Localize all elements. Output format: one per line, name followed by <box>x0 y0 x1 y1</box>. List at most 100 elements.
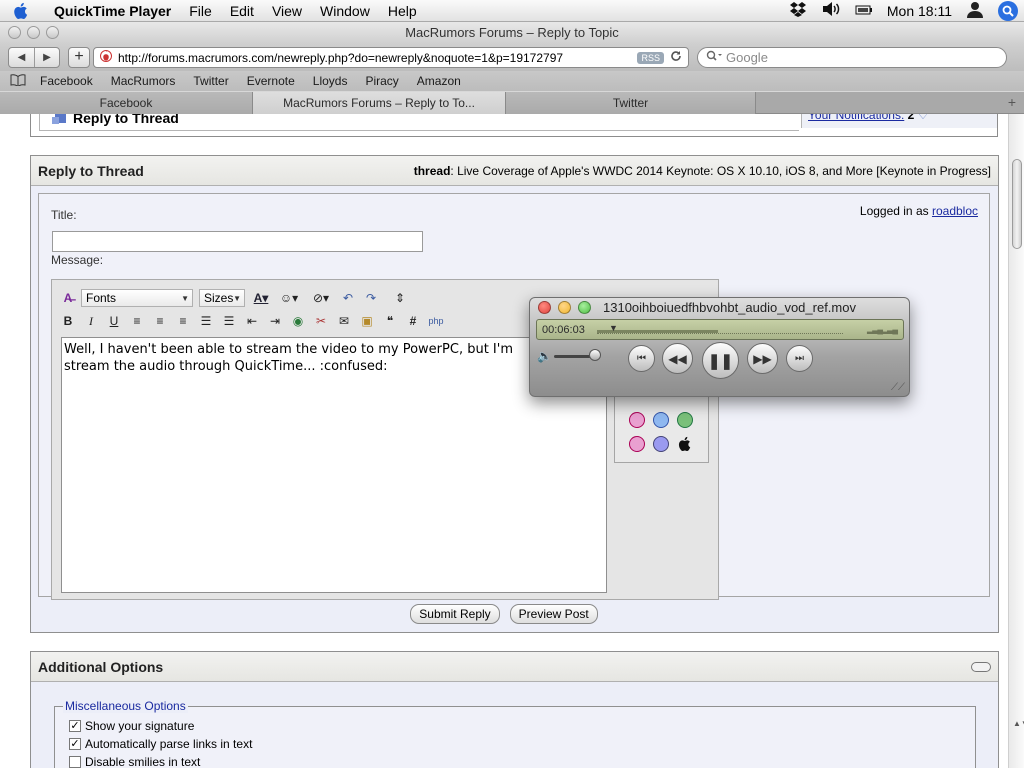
scroll-arrows-icon[interactable]: ▲▼ <box>1013 719 1024 728</box>
checkbox-show-signature[interactable]: ✓ <box>69 720 81 732</box>
remove-link-icon[interactable]: ✂ <box>311 311 331 331</box>
logged-in-info: Logged in as roadbloc <box>860 204 978 218</box>
smiley-happy-icon[interactable] <box>629 436 645 452</box>
url-text[interactable]: http://forums.macrumors.com/newreply.php… <box>118 51 637 65</box>
bookmark-twitter[interactable]: Twitter <box>193 74 228 88</box>
smiley-smile-icon[interactable] <box>653 412 669 428</box>
option-parse-links[interactable]: ✓ Automatically parse links in text <box>69 737 252 751</box>
qt-skip-forward-button[interactable]: ⏭ <box>786 345 813 372</box>
bookmark-facebook[interactable]: Facebook <box>40 74 93 88</box>
code-icon[interactable]: # <box>403 311 423 331</box>
message-textarea[interactable]: Well, I haven't been able to stream the … <box>61 337 607 593</box>
rss-button[interactable]: RSS <box>637 51 664 64</box>
align-center-icon[interactable]: ≡ <box>150 311 170 331</box>
menu-help[interactable]: Help <box>379 0 426 22</box>
checkbox-disable-smilies[interactable] <box>69 756 81 768</box>
forward-button[interactable]: ▶ <box>34 48 59 67</box>
qt-volume-icon: 🔈 <box>537 349 552 363</box>
qt-playhead-icon[interactable]: ▼ <box>609 323 618 333</box>
window-zoom-button[interactable] <box>46 26 59 39</box>
menu-clock[interactable]: Mon 18:11 <box>887 3 952 19</box>
font-select[interactable]: Fonts ▼ <box>81 289 193 307</box>
search-field[interactable]: Google <box>697 47 1007 68</box>
remove-format-icon[interactable]: A̶ <box>58 288 78 308</box>
option-show-signature[interactable]: ✓ Show your signature <box>69 719 194 733</box>
tab-twitter[interactable]: Twitter <box>506 92 756 114</box>
tab-facebook[interactable]: Facebook <box>0 92 253 114</box>
preview-post-button[interactable]: Preview Post <box>509 604 598 624</box>
qt-pause-button[interactable]: ❚❚ <box>702 342 739 379</box>
menu-app-name[interactable]: QuickTime Player <box>40 0 180 22</box>
menu-window[interactable]: Window <box>311 0 379 22</box>
tab-macrumors-reply[interactable]: MacRumors Forums – Reply to To... <box>253 92 506 114</box>
qt-volume-slider[interactable] <box>554 355 594 358</box>
add-bookmark-button[interactable]: + <box>68 47 90 68</box>
smiley-grin-icon[interactable] <box>677 412 693 428</box>
option-disable-smilies[interactable]: Disable smilies in text <box>69 755 200 768</box>
bold-icon[interactable]: B <box>58 311 78 331</box>
size-select[interactable]: Sizes ▼ <box>199 289 245 307</box>
bookmark-lloyds[interactable]: Lloyds <box>313 74 348 88</box>
insert-link-icon[interactable]: ◉ <box>288 311 308 331</box>
qt-close-button[interactable] <box>538 301 551 314</box>
menu-file[interactable]: File <box>180 0 221 22</box>
insert-image-icon[interactable]: ▣ <box>357 311 377 331</box>
dropbox-icon[interactable] <box>789 1 807 20</box>
spotlight-icon[interactable] <box>998 0 1018 21</box>
window-minimize-button[interactable] <box>27 26 40 39</box>
resize-editor-icon[interactable]: ⇕ <box>390 288 410 308</box>
submit-reply-button[interactable]: Submit Reply <box>410 604 500 624</box>
menu-view[interactable]: View <box>263 0 311 22</box>
qt-fast-forward-button[interactable]: ▶▶ <box>747 343 778 374</box>
title-input[interactable] <box>52 231 423 252</box>
php-code-icon[interactable]: php <box>426 311 446 331</box>
quote-icon[interactable]: ❝ <box>380 311 400 331</box>
outdent-icon[interactable]: ⇤ <box>242 311 262 331</box>
scrollbar-thumb[interactable] <box>1012 159 1022 249</box>
indent-icon[interactable]: ⇥ <box>265 311 285 331</box>
back-button[interactable]: ◀ <box>9 48 34 67</box>
reply-thread-icon <box>51 114 67 128</box>
qt-rewind-button[interactable]: ◀◀ <box>662 343 693 374</box>
menu-edit[interactable]: Edit <box>221 0 263 22</box>
underline-icon[interactable]: U <box>104 311 124 331</box>
notifications-link[interactable]: Your Notifications: <box>808 114 904 122</box>
qt-minimize-button[interactable] <box>558 301 571 314</box>
bookmark-amazon[interactable]: Amazon <box>417 74 461 88</box>
bookmarks-book-icon[interactable] <box>10 73 26 89</box>
apple-menu-icon[interactable] <box>0 2 40 20</box>
battery-icon[interactable] <box>855 3 873 19</box>
address-bar[interactable]: http://forums.macrumors.com/newreply.php… <box>93 47 689 68</box>
smiley-icon[interactable]: ☺▾ <box>274 288 304 308</box>
insert-email-icon[interactable]: ✉ <box>334 311 354 331</box>
smiley-sad-icon[interactable] <box>653 436 669 452</box>
window-close-button[interactable] <box>8 26 21 39</box>
unordered-list-icon[interactable]: ☰ <box>219 311 239 331</box>
redo-icon[interactable]: ↷ <box>361 288 381 308</box>
smiley-blush-icon[interactable] <box>629 412 645 428</box>
undo-icon[interactable]: ↶ <box>338 288 358 308</box>
user-icon[interactable] <box>966 0 984 21</box>
username-link[interactable]: roadbloc <box>932 204 978 218</box>
qt-skip-back-button[interactable]: ⏮ <box>628 345 655 372</box>
bookmark-macrumors[interactable]: MacRumors <box>111 74 176 88</box>
font-color-icon[interactable]: A▾ <box>251 288 271 308</box>
volume-icon[interactable] <box>821 1 841 20</box>
bookmark-evernote[interactable]: Evernote <box>247 74 295 88</box>
italic-icon[interactable]: I <box>81 311 101 331</box>
collapse-toggle-button[interactable] <box>971 661 991 672</box>
align-right-icon[interactable]: ≡ <box>173 311 193 331</box>
new-tab-button[interactable]: + <box>1000 92 1024 113</box>
checkbox-parse-links[interactable]: ✓ <box>69 738 81 750</box>
qt-zoom-button[interactable] <box>578 301 591 314</box>
bookmark-piracy[interactable]: Piracy <box>365 74 398 88</box>
reload-icon[interactable] <box>670 50 682 65</box>
qt-scrubber[interactable]: ▼ <box>597 323 843 334</box>
qt-resize-grip-icon[interactable]: ⟋⟋ <box>891 382 905 393</box>
ordered-list-icon[interactable]: ☰ <box>196 311 216 331</box>
attachment-icon[interactable]: ⊘▾ <box>307 288 335 308</box>
align-left-icon[interactable]: ≡ <box>127 311 147 331</box>
qt-volume-knob[interactable] <box>589 349 601 361</box>
page-scrollbar[interactable]: ▲▼ <box>1008 114 1024 768</box>
smiley-apple-icon[interactable] <box>677 436 691 455</box>
